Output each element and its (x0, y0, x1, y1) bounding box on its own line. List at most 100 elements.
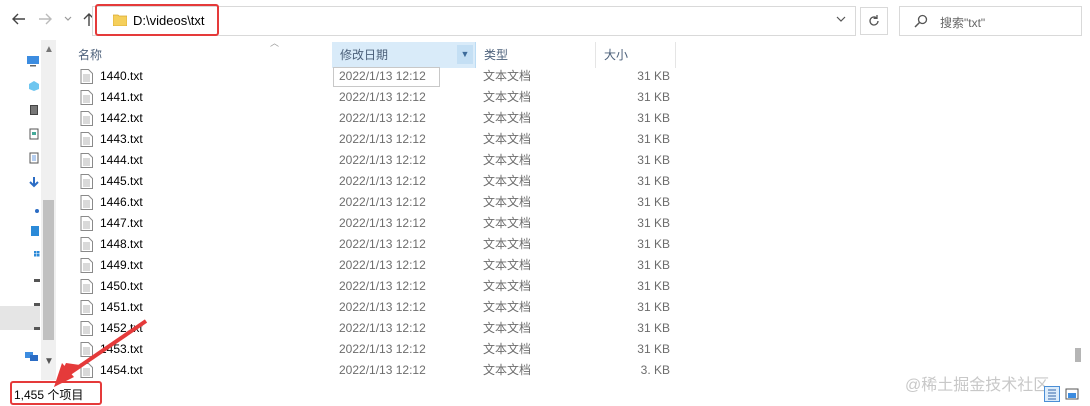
file-row[interactable]: 1451.txt 2022/1/13 12:12 文本文档 31 KB (70, 297, 1070, 318)
file-name: 1441.txt (100, 90, 143, 104)
file-date: 2022/1/13 12:12 (339, 153, 426, 167)
file-date: 2022/1/13 12:12 (339, 69, 426, 83)
column-size-label: 大小 (604, 48, 629, 62)
annotation-arrow (54, 319, 148, 387)
file-row[interactable]: 1444.txt 2022/1/13 12:12 文本文档 31 KB (70, 150, 1070, 171)
file-date: 2022/1/13 12:12 (339, 132, 426, 146)
windows-drive-icon[interactable] (28, 248, 40, 260)
computer-icon[interactable] (26, 55, 39, 67)
file-name: 1442.txt (100, 111, 143, 125)
text-file-icon (80, 132, 93, 147)
file-type: 文本文档 (483, 69, 532, 83)
3d-objects-icon[interactable] (28, 80, 40, 92)
file-size: 31 KB (637, 321, 670, 335)
file-size: 31 KB (637, 216, 670, 230)
text-file-icon (80, 237, 93, 252)
drive-icon[interactable] (28, 322, 40, 334)
desktop-icon[interactable] (28, 225, 40, 237)
file-name: 1448.txt (100, 237, 143, 251)
downloads-icon[interactable] (28, 176, 40, 188)
address-highlight-box (95, 4, 219, 36)
file-type: 文本文档 (483, 342, 532, 356)
search-box[interactable]: 搜索"txt" (899, 6, 1082, 36)
file-row[interactable]: 1447.txt 2022/1/13 12:12 文本文档 31 KB (70, 213, 1070, 234)
file-name: 1444.txt (100, 153, 143, 167)
file-row[interactable]: 1443.txt 2022/1/13 12:12 文本文档 31 KB (70, 129, 1070, 150)
file-row[interactable]: 1441.txt 2022/1/13 12:12 文本文档 31 KB (70, 87, 1070, 108)
drive-icon[interactable] (28, 274, 40, 286)
file-list: 1440.txt 2022/1/13 12:12 文本文档 31 KB 1441.txt… (70, 66, 1070, 381)
column-header-date[interactable]: 修改日期 ▼ (332, 42, 476, 68)
drive-icon[interactable] (28, 298, 40, 310)
file-date: 2022/1/13 12:12 (339, 300, 426, 314)
file-type: 文本文档 (483, 174, 532, 188)
text-file-icon (80, 111, 93, 126)
file-name: 1450.txt (100, 279, 143, 293)
file-date: 2022/1/13 12:12 (339, 195, 426, 209)
file-size: 31 KB (637, 258, 670, 272)
file-row[interactable]: 1452.txt 2022/1/13 12:12 文本文档 31 KB (70, 318, 1070, 339)
file-name: 1447.txt (100, 216, 143, 230)
text-file-icon (80, 216, 93, 231)
refresh-button[interactable] (860, 7, 888, 35)
search-input[interactable]: 搜索"txt" (940, 14, 985, 31)
chevron-down-icon[interactable] (835, 13, 849, 27)
file-name: 1445.txt (100, 174, 143, 188)
scroll-up-icon[interactable]: ▲ (44, 44, 54, 55)
text-file-icon (80, 69, 93, 84)
text-file-icon (80, 174, 93, 189)
pictures-icon[interactable] (28, 128, 40, 140)
column-header-size[interactable]: 大小 (596, 42, 676, 68)
search-icon (914, 14, 928, 28)
file-size: 31 KB (637, 342, 670, 356)
file-type: 文本文档 (483, 195, 532, 209)
file-date: 2022/1/13 12:12 (339, 363, 426, 377)
file-type: 文本文档 (483, 153, 532, 167)
file-name: 1443.txt (100, 132, 143, 146)
file-row[interactable]: 1450.txt 2022/1/13 12:12 文本文档 31 KB (70, 276, 1070, 297)
music-icon[interactable] (28, 203, 40, 215)
chevron-down-icon[interactable]: ▼ (457, 45, 473, 64)
file-row[interactable]: 1445.txt 2022/1/13 12:12 文本文档 31 KB (70, 171, 1070, 192)
large-icons-view-icon[interactable] (1064, 386, 1080, 402)
file-name: 1440.txt (100, 69, 143, 83)
file-row[interactable]: 1446.txt 2022/1/13 12:12 文本文档 31 KB (70, 192, 1070, 213)
text-file-icon (80, 258, 93, 273)
file-size: 31 KB (637, 279, 670, 293)
file-type: 文本文档 (483, 132, 532, 146)
file-row[interactable]: 1448.txt 2022/1/13 12:12 文本文档 31 KB (70, 234, 1070, 255)
file-list-scrollbar-thumb[interactable] (1075, 348, 1081, 362)
network-icon[interactable] (24, 350, 38, 362)
refresh-icon (869, 15, 879, 26)
file-row[interactable]: 1442.txt 2022/1/13 12:12 文本文档 31 KB (70, 108, 1070, 129)
file-date: 2022/1/13 12:12 (339, 342, 426, 356)
file-name: 1446.txt (100, 195, 143, 209)
text-file-icon (80, 153, 93, 168)
file-size: 31 KB (637, 69, 670, 83)
back-icon[interactable] (8, 8, 30, 30)
column-type-label: 类型 (484, 48, 509, 62)
file-type: 文本文档 (483, 111, 532, 125)
file-date: 2022/1/13 12:12 (339, 90, 426, 104)
file-date: 2022/1/13 12:12 (339, 279, 426, 293)
column-date-label: 修改日期 (340, 48, 389, 62)
file-date: 2022/1/13 12:12 (339, 258, 426, 272)
file-date: 2022/1/13 12:12 (339, 111, 426, 125)
text-file-icon (80, 279, 93, 294)
file-list-scrollbar[interactable] (1073, 66, 1083, 381)
file-date: 2022/1/13 12:12 (339, 216, 426, 230)
details-view-icon[interactable] (1044, 386, 1060, 402)
documents-icon[interactable] (28, 152, 40, 164)
column-header-name[interactable]: 名称 (70, 42, 332, 68)
file-size: 31 KB (637, 300, 670, 314)
file-type: 文本文档 (483, 300, 532, 314)
file-row[interactable]: 1440.txt 2022/1/13 12:12 文本文档 31 KB (70, 66, 1070, 87)
file-row[interactable]: 1449.txt 2022/1/13 12:12 文本文档 31 KB (70, 255, 1070, 276)
column-header-type[interactable]: 类型 (476, 42, 596, 68)
videos-icon[interactable] (28, 104, 40, 116)
forward-icon[interactable] (34, 8, 56, 30)
file-row[interactable]: 1453.txt 2022/1/13 12:12 文本文档 31 KB (70, 339, 1070, 360)
recent-locations-icon[interactable] (60, 8, 76, 30)
watermark: @稀土掘金技术社区 (905, 377, 1050, 394)
file-size: 31 KB (637, 111, 670, 125)
